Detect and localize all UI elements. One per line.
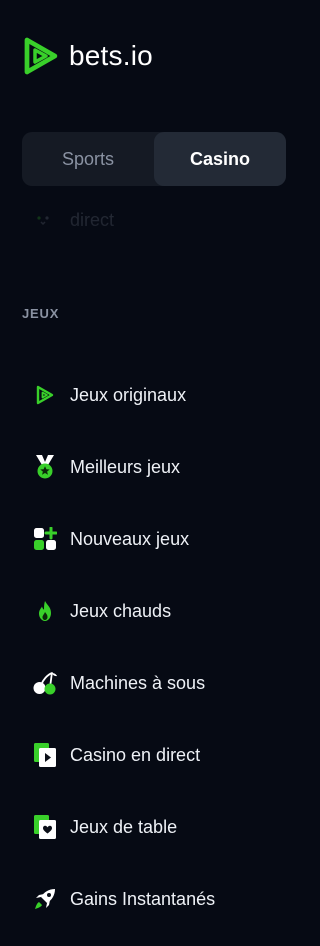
product-switch: Sports Casino bbox=[22, 132, 286, 186]
menu-item-label: Gains Instantanés bbox=[70, 888, 216, 909]
menu-item-label: Casino en direct bbox=[70, 744, 201, 765]
menu-item-machines-a-sous[interactable]: Machines à sous bbox=[0, 647, 312, 719]
section-title: JEUX bbox=[22, 306, 60, 321]
bets-logo-icon bbox=[36, 385, 54, 405]
rocket-icon bbox=[35, 889, 55, 909]
brand-name: bets.io bbox=[69, 40, 153, 71]
menu-item-jeux-chauds[interactable]: Jeux chauds bbox=[0, 575, 312, 647]
menu-item-direct-partial[interactable]: direct bbox=[36, 210, 114, 231]
live-icon bbox=[37, 215, 49, 225]
menu-item-jeux-de-table[interactable]: Jeux de table bbox=[0, 791, 312, 863]
menu-item-gains-instantanes[interactable]: Gains Instantanés bbox=[0, 863, 312, 935]
menu-item-label: Machines à sous bbox=[70, 672, 206, 693]
cherries-icon bbox=[33, 672, 57, 695]
medal-icon bbox=[36, 455, 54, 479]
menu-item-casino-en-direct[interactable]: Casino en direct bbox=[0, 719, 312, 791]
menu-item-label: direct bbox=[70, 210, 115, 230]
cards-icon bbox=[34, 815, 56, 839]
bets-logo-icon bbox=[24, 37, 58, 75]
menu-item-label: Jeux de table bbox=[70, 816, 178, 837]
live-casino-icon bbox=[34, 743, 56, 767]
fire-icon bbox=[39, 601, 51, 621]
menu-item-label: Nouveaux jeux bbox=[70, 528, 190, 549]
menu-item-meilleurs-jeux[interactable]: Meilleurs jeux bbox=[0, 431, 312, 503]
games-menu: Jeux originaux Meilleurs jeux Nouveaux j… bbox=[0, 359, 312, 935]
menu-item-label: Meilleurs jeux bbox=[70, 456, 181, 477]
new-games-icon bbox=[34, 527, 57, 550]
menu-item-nouveaux-jeux[interactable]: Nouveaux jeux bbox=[0, 503, 312, 575]
menu-item-jeux-originaux[interactable]: Jeux originaux bbox=[0, 359, 312, 431]
menu-item-label: Jeux chauds bbox=[70, 600, 172, 621]
tab-sports[interactable]: Sports bbox=[22, 132, 154, 186]
menu-item-label: Jeux originaux bbox=[70, 384, 187, 405]
brand-logo[interactable]: bets.io bbox=[22, 36, 153, 76]
tab-casino[interactable]: Casino bbox=[154, 132, 286, 186]
